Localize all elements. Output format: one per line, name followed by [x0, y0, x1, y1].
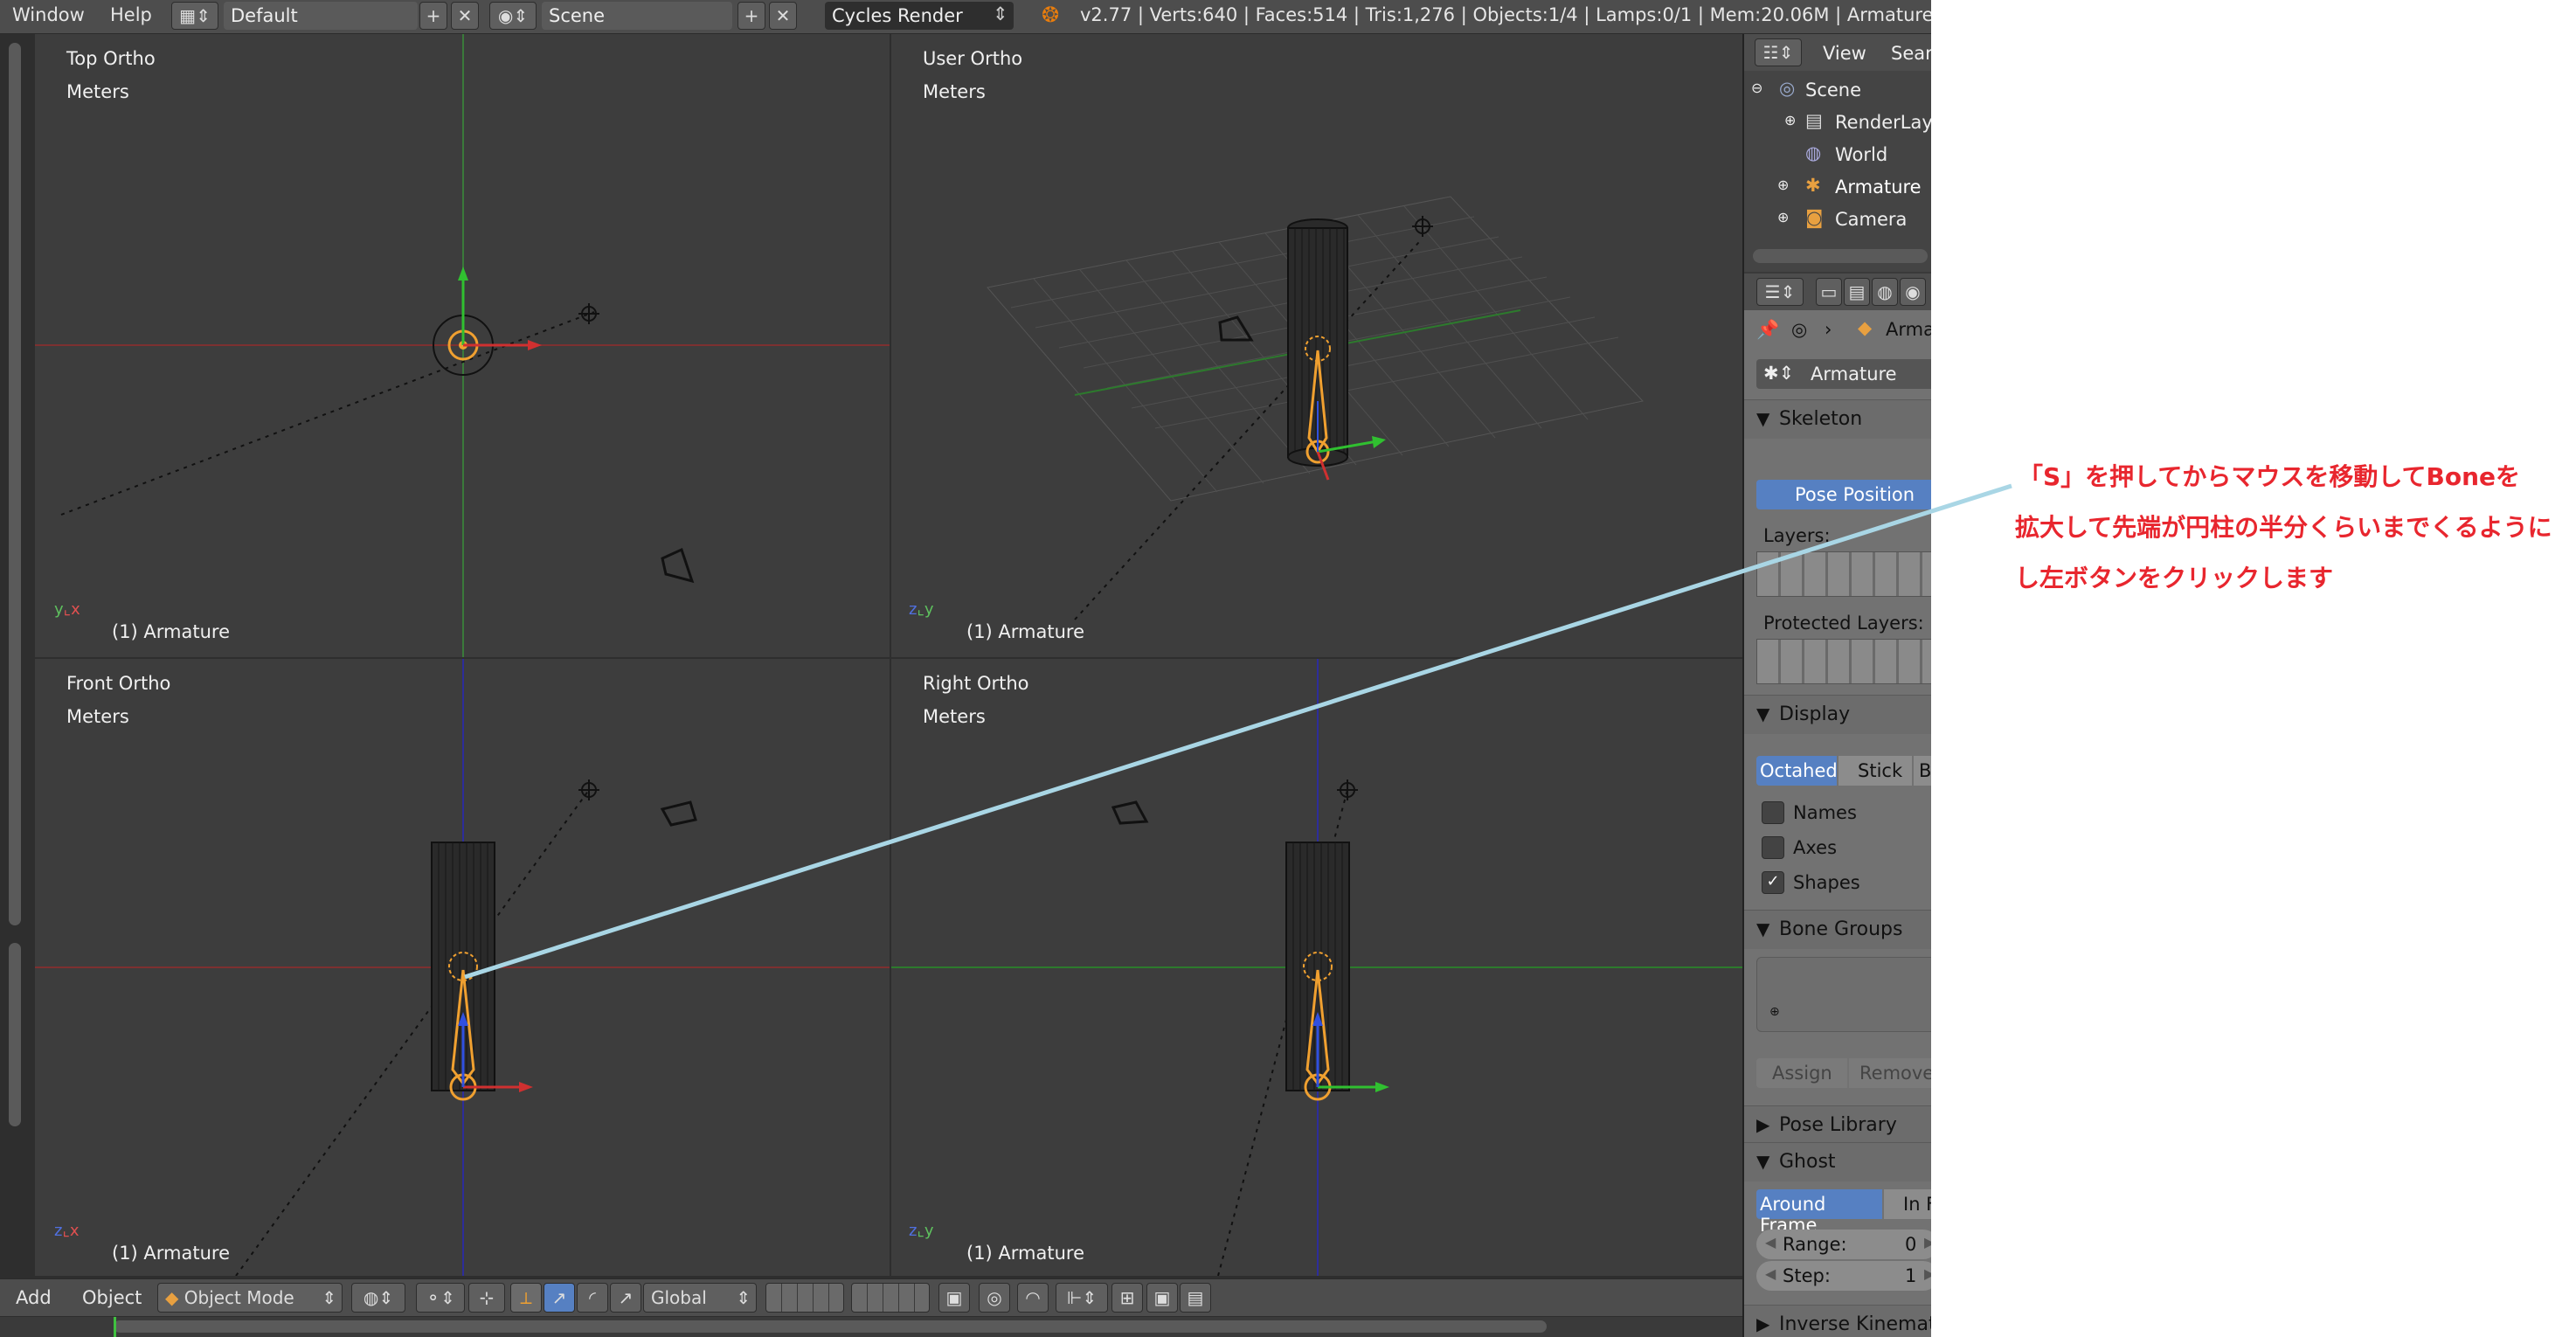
annotation-line-2: 拡大して先端が円柱の半分くらいまでくるように	[2015, 513, 2552, 542]
annotation-line-1: 「S」を押してからマウスを移動してBoneを	[2019, 462, 2520, 491]
annotation-line-3: し左ボタンをクリックします	[2015, 564, 2334, 592]
callout-line	[464, 483, 2012, 980]
